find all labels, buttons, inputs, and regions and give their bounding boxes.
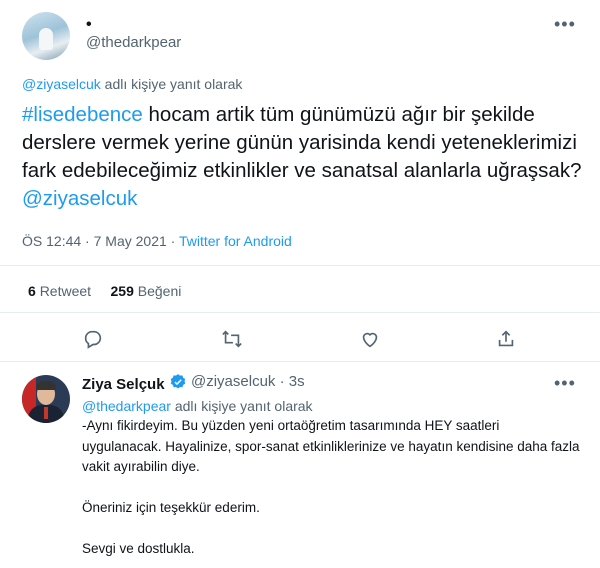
- reply-author-handle[interactable]: @ziyaselcuk: [191, 373, 275, 390]
- reply-author-display-name[interactable]: Ziya Selçuk: [82, 376, 165, 393]
- divider: [0, 265, 600, 266]
- retweet-count: 6: [28, 283, 36, 299]
- tweet-date[interactable]: 7 May 2021: [94, 233, 167, 249]
- divider: [0, 361, 600, 362]
- author-avatar[interactable]: [22, 12, 70, 60]
- meta-separator-1: ·: [81, 233, 94, 249]
- retweet-label: Retweet: [39, 283, 92, 299]
- reply-context-mention[interactable]: @thedarkpear: [82, 398, 171, 414]
- like-stat[interactable]: 259 Beğeni: [111, 283, 182, 299]
- reply-handle-row: @ziyaselcuk · 3s: [191, 373, 305, 390]
- verified-badge-icon: [169, 373, 187, 395]
- reply-text: -Aynı fikirdeyim. Bu yüzden yeni ortaöğr…: [82, 418, 580, 556]
- mention-link[interactable]: @ziyaselcuk: [22, 187, 137, 210]
- more-horizontal-icon[interactable]: •••: [554, 373, 576, 394]
- tweet-stats: 6 Retweet 259 Beğeni: [28, 283, 181, 299]
- retweet-stat[interactable]: 6 Retweet: [28, 283, 91, 299]
- share-icon[interactable]: [494, 327, 518, 351]
- meta-separator-2: ·: [166, 233, 179, 249]
- hashtag-link[interactable]: #lisedebence: [22, 103, 143, 126]
- reply-author-name-row[interactable]: Ziya Selçuk: [82, 373, 187, 395]
- reply-context: @ziyaselcuk adlı kişiye yanıt olarak: [22, 76, 242, 92]
- reply-context: @thedarkpear adlı kişiye yanıt olarak: [82, 398, 313, 414]
- reply-icon[interactable]: [81, 327, 105, 351]
- heart-icon[interactable]: [358, 327, 382, 351]
- time-separator: ·: [279, 373, 285, 390]
- reply-context-suffix: adlı kişiye yanıt olarak: [100, 76, 243, 92]
- tweet-meta: ÖS 12:44 · 7 May 2021 · Twitter for Andr…: [22, 233, 292, 249]
- retweet-icon[interactable]: [220, 327, 244, 351]
- reply-time[interactable]: 3s: [289, 373, 305, 390]
- tweet-text: #lisedebence hocam artik tüm günümüzü ağ…: [22, 101, 582, 213]
- divider: [0, 312, 600, 313]
- tweet-time[interactable]: ÖS 12:44: [22, 233, 81, 249]
- more-horizontal-icon[interactable]: •••: [554, 14, 576, 35]
- tweet-source[interactable]: Twitter for Android: [179, 233, 292, 249]
- author-display-name[interactable]: •: [86, 16, 92, 34]
- reply-context-mention[interactable]: @ziyaselcuk: [22, 76, 101, 92]
- reply-author-avatar[interactable]: [22, 375, 70, 423]
- author-handle[interactable]: @thedarkpear: [86, 34, 181, 51]
- like-count: 259: [110, 283, 134, 299]
- like-label: Beğeni: [137, 283, 182, 299]
- reply-context-suffix: adlı kişiye yanıt olarak: [170, 398, 313, 414]
